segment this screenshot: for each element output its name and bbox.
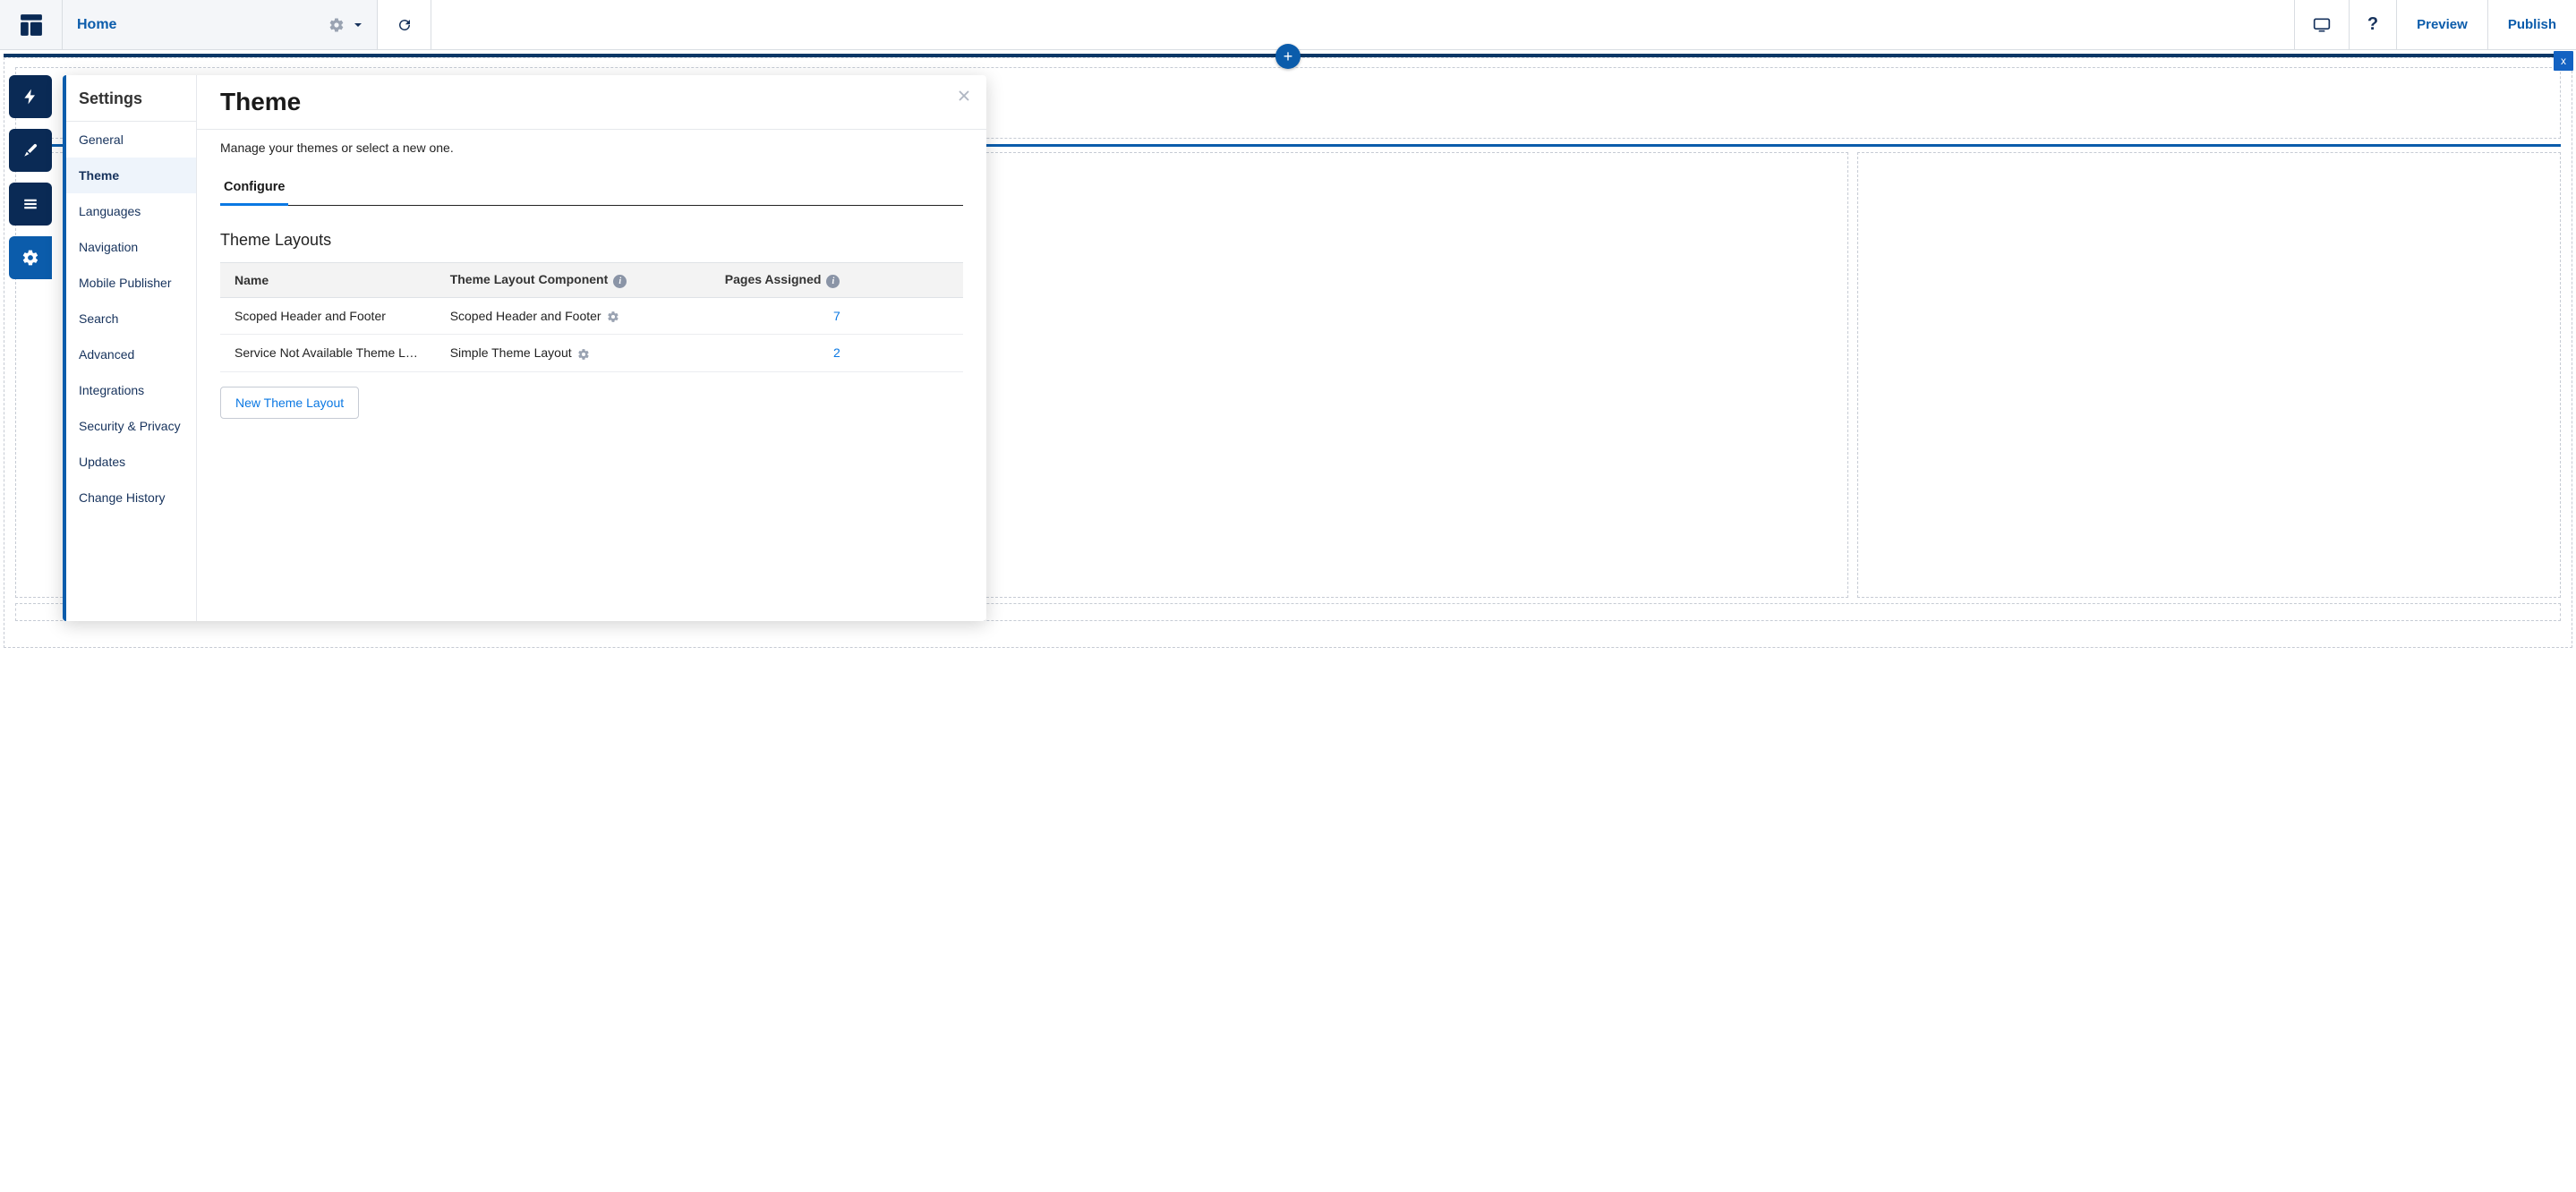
gear-icon[interactable]: [607, 311, 619, 323]
panel-tabs: Configure: [220, 171, 963, 206]
panel-title: Theme: [220, 88, 963, 125]
app-logo[interactable]: [0, 0, 63, 49]
cell-pages: 7: [711, 298, 963, 335]
cell-component: Scoped Header and Footer: [436, 298, 711, 335]
table-row[interactable]: Service Not Available Theme L…Simple The…: [220, 335, 963, 371]
close-panel-button[interactable]: [956, 88, 972, 104]
sidebar-item-integrations[interactable]: Integrations: [66, 372, 196, 408]
sidebar-item-theme[interactable]: Theme: [66, 158, 196, 193]
theme-layouts-table: Name Theme Layout Componenti Pages Assig…: [220, 262, 963, 372]
col-name: Name: [220, 263, 436, 298]
gear-icon: [21, 249, 39, 267]
sidebar-item-search[interactable]: Search: [66, 301, 196, 336]
sidebar-item-security-privacy[interactable]: Security & Privacy: [66, 408, 196, 444]
rail-components-button[interactable]: [9, 75, 52, 118]
add-component-button[interactable]: +: [1275, 44, 1301, 69]
left-rail: [9, 75, 52, 279]
settings-main: Theme Manage your themes or select a new…: [197, 75, 986, 621]
list-icon: [22, 196, 38, 212]
settings-panel: Settings GeneralThemeLanguagesNavigation…: [63, 75, 986, 621]
section-title: Theme Layouts: [220, 231, 963, 250]
device-preview-button[interactable]: [2294, 0, 2349, 50]
settings-sidebar: Settings GeneralThemeLanguagesNavigation…: [66, 75, 197, 621]
sidebar-item-navigation[interactable]: Navigation: [66, 229, 196, 265]
new-theme-layout-button[interactable]: New Theme Layout: [220, 387, 359, 419]
gear-icon[interactable]: [577, 348, 590, 361]
settings-sidebar-title: Settings: [66, 75, 196, 122]
close-region-button[interactable]: x: [2554, 51, 2573, 71]
top-bar: Home ? Preview Publish: [0, 0, 2576, 50]
help-button[interactable]: ?: [2349, 0, 2396, 50]
sidebar-item-change-history[interactable]: Change History: [66, 480, 196, 515]
top-right-actions: ? Preview Publish: [2294, 0, 2576, 49]
sidebar-item-updates[interactable]: Updates: [66, 444, 196, 480]
rail-theme-button[interactable]: [9, 129, 52, 172]
refresh-button[interactable]: [378, 0, 431, 49]
caret-down-icon[interactable]: [354, 21, 363, 30]
rail-settings-button[interactable]: [9, 236, 52, 279]
close-icon: [956, 88, 972, 104]
tab-configure[interactable]: Configure: [220, 171, 288, 206]
cell-name: Scoped Header and Footer: [220, 298, 436, 335]
desktop-icon: [2313, 16, 2331, 34]
refresh-icon: [397, 17, 413, 33]
sidebar-item-languages[interactable]: Languages: [66, 193, 196, 229]
pages-link[interactable]: 7: [833, 309, 840, 323]
gear-icon[interactable]: [328, 17, 345, 33]
rail-pages-button[interactable]: [9, 183, 52, 226]
page-name: Home: [77, 17, 116, 33]
info-icon[interactable]: i: [826, 275, 840, 288]
pages-link[interactable]: 2: [833, 345, 840, 360]
layout-logo-icon: [20, 13, 43, 37]
table-row[interactable]: Scoped Header and FooterScoped Header an…: [220, 298, 963, 335]
publish-button[interactable]: Publish: [2487, 0, 2576, 50]
col-component: Theme Layout Componenti: [436, 263, 711, 298]
page-selector[interactable]: Home: [63, 0, 378, 49]
info-icon[interactable]: i: [613, 275, 627, 288]
brush-icon: [22, 142, 38, 158]
cell-name: Service Not Available Theme L…: [220, 335, 436, 371]
cell-pages: 2: [711, 335, 963, 371]
sidebar-item-general[interactable]: General: [66, 122, 196, 158]
sidebar-item-mobile-publisher[interactable]: Mobile Publisher: [66, 265, 196, 301]
lightning-icon: [21, 88, 39, 106]
col-pages: Pages Assignedi: [711, 263, 963, 298]
panel-subtitle: Manage your themes or select a new one.: [220, 140, 963, 155]
sidebar-item-advanced[interactable]: Advanced: [66, 336, 196, 372]
drop-region-side[interactable]: [1857, 152, 2561, 598]
preview-button[interactable]: Preview: [2396, 0, 2487, 50]
help-icon: ?: [2367, 14, 2378, 35]
cell-component: Simple Theme Layout: [436, 335, 711, 371]
